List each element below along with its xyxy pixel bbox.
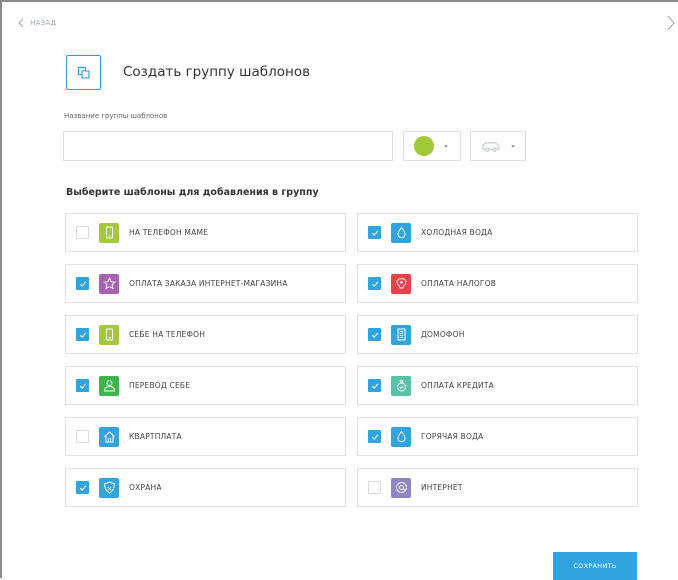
template-checkbox[interactable] xyxy=(76,379,89,392)
drop-icon xyxy=(391,222,411,243)
template-label: ХОЛОДНАЯ ВОДА xyxy=(421,228,493,237)
car-icon xyxy=(482,141,500,152)
template-label: СЕБЕ НА ТЕЛЕФОН xyxy=(129,330,206,339)
moneybag-icon xyxy=(391,375,411,396)
back-label: НАЗАД xyxy=(30,19,57,27)
template-label: ОХРАНА xyxy=(129,483,162,492)
template-label: КВАРТПЛАТА xyxy=(129,432,182,441)
star-icon xyxy=(99,273,119,294)
template-label: НА ТЕЛЕФОН МАМЕ xyxy=(129,228,209,237)
template-label: ПЕРЕВОД СЕБЕ xyxy=(129,381,191,390)
template-card[interactable]: ГОРЯЧАЯ ВОДА xyxy=(357,417,638,456)
color-swatch xyxy=(414,136,434,156)
template-label: ДОМОФОН xyxy=(421,330,465,339)
template-checkbox[interactable] xyxy=(368,328,381,341)
template-checkbox[interactable] xyxy=(76,430,89,443)
template-card[interactable]: ХОЛОДНАЯ ВОДА xyxy=(357,213,638,252)
drop-icon xyxy=(391,426,411,447)
template-card[interactable]: ОПЛАТА КРЕДИТА xyxy=(357,366,638,405)
template-label: ГОРЯЧАЯ ВОДА xyxy=(421,432,484,441)
template-card[interactable]: ОПЛАТА НАЛОГОВ xyxy=(357,264,638,303)
template-card[interactable]: НА ТЕЛЕФОН МАМЕ xyxy=(65,213,346,252)
template-checkbox[interactable] xyxy=(368,277,381,290)
template-checkbox[interactable] xyxy=(368,379,381,392)
template-checkbox[interactable] xyxy=(368,226,381,239)
template-label: ИНТЕРНЕТ xyxy=(421,483,463,492)
template-label: ОПЛАТА НАЛОГОВ xyxy=(421,279,497,288)
house-icon xyxy=(99,426,119,447)
template-card[interactable]: ПЕРЕВОД СЕБЕ xyxy=(65,366,346,405)
color-select[interactable] xyxy=(403,131,461,161)
page-title: Создать группу шаблонов xyxy=(123,64,311,80)
template-card[interactable]: ОХРАНА xyxy=(65,468,346,507)
intercom-icon xyxy=(391,324,411,345)
template-label: ОПЛАТА КРЕДИТА xyxy=(421,381,494,390)
shield-icon xyxy=(99,477,119,498)
back-link[interactable]: НАЗАД xyxy=(18,16,56,30)
chevron-down-icon xyxy=(511,144,515,148)
app-window: НАЗАД Создать группу шаблонов Название г… xyxy=(0,0,678,580)
template-checkbox[interactable] xyxy=(76,328,89,341)
template-checkbox[interactable] xyxy=(368,481,381,494)
template-label: ОПЛАТА ЗАКАЗА ИНТЕРНЕТ-МАГАЗИНА xyxy=(129,279,288,288)
template-checkbox[interactable] xyxy=(76,226,89,239)
template-card[interactable]: КВАРТПЛАТА xyxy=(65,417,346,456)
close-icon[interactable] xyxy=(666,14,676,32)
at-icon xyxy=(391,477,411,498)
phone-icon xyxy=(99,324,119,345)
group-name-label: Название группы шаблонов xyxy=(64,112,168,120)
chevron-down-icon xyxy=(444,144,448,148)
person-icon xyxy=(99,375,119,396)
template-checkbox[interactable] xyxy=(368,430,381,443)
template-card[interactable]: СЕБЕ НА ТЕЛЕФОН xyxy=(65,315,346,354)
template-checkbox[interactable] xyxy=(76,481,89,494)
chevron-left-icon xyxy=(18,18,24,28)
phone-icon xyxy=(99,222,119,243)
group-icon xyxy=(66,55,101,90)
template-card[interactable]: ДОМОФОН xyxy=(357,315,638,354)
template-checkbox[interactable] xyxy=(76,277,89,290)
group-name-input[interactable] xyxy=(63,131,393,161)
save-button[interactable]: СОХРАНИТЬ xyxy=(553,552,637,580)
icon-select[interactable] xyxy=(470,131,526,161)
emblem-icon xyxy=(391,273,411,294)
templates-section-title: Выберите шаблоны для добавления в группу xyxy=(66,187,319,198)
template-card[interactable]: ИНТЕРНЕТ xyxy=(357,468,638,507)
template-card[interactable]: ОПЛАТА ЗАКАЗА ИНТЕРНЕТ-МАГАЗИНА xyxy=(65,264,346,303)
